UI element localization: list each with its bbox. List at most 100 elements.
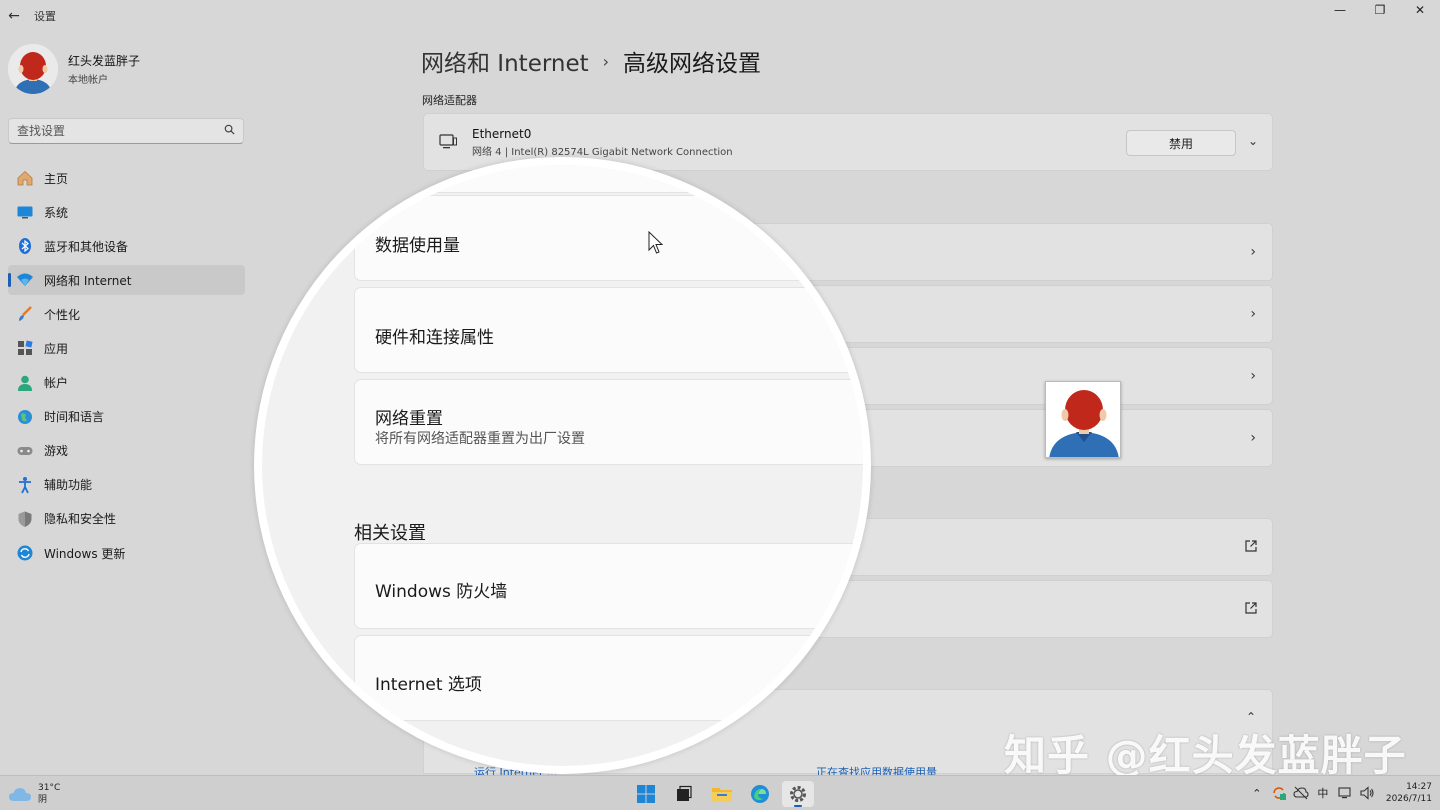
ime-indicator[interactable]: 中 xyxy=(1312,781,1334,805)
sidebar-item-label: 应用 xyxy=(44,341,69,356)
weather-desc: 阴 xyxy=(38,795,48,805)
bluetooth-icon xyxy=(16,237,34,255)
task-view-button[interactable] xyxy=(668,781,700,807)
watermark: 知乎 @红头发蓝胖子 xyxy=(1004,731,1407,780)
file-explorer-button[interactable] xyxy=(706,781,738,807)
mag-row-title: 硬件和连接属性 xyxy=(375,328,494,348)
sidebar-item-privacy[interactable]: 隐私和安全性 xyxy=(8,504,245,534)
sidebar-item-accounts[interactable]: 帐户 xyxy=(8,368,245,398)
sidebar-item-windows-update[interactable]: Windows 更新 xyxy=(8,538,245,568)
chevron-down-icon[interactable]: ⌄ xyxy=(1248,134,1258,148)
sidebar-item-label: 个性化 xyxy=(44,307,81,322)
breadcrumb-parent[interactable]: 网络和 Internet xyxy=(421,44,589,78)
adapter-name: Ethernet0 xyxy=(472,126,532,141)
window-controls: — ❐ ✕ xyxy=(1320,0,1440,20)
disable-button[interactable]: 禁用 xyxy=(1126,130,1236,156)
close-button[interactable]: ✕ xyxy=(1400,0,1440,20)
brush-icon xyxy=(16,305,34,323)
chevron-right-icon: › xyxy=(1250,244,1256,260)
title-bar: ← 设置 — ❐ ✕ xyxy=(0,0,1440,32)
breadcrumb: 网络和 Internet › 高级网络设置 xyxy=(421,44,761,78)
accessibility-icon xyxy=(16,476,34,494)
sidebar-item-label: 网络和 Internet xyxy=(44,273,132,288)
clock-date: 2026/7/11 xyxy=(1385,794,1432,804)
cloud-off-icon[interactable] xyxy=(1290,781,1312,805)
avatar-overlay xyxy=(1045,381,1121,458)
magnifier-lens: 数据使用量 硬件和连接属性 网络重置 将所有网络适配器重置为出厂设置 相关设置 … xyxy=(254,157,871,774)
globe-icon xyxy=(16,408,34,426)
search-box[interactable] xyxy=(8,118,244,144)
mag-row-firewall[interactable]: Windows 防火墙 xyxy=(354,543,863,629)
profile-name: 红头发蓝胖子 xyxy=(68,54,141,68)
chevron-right-icon: › xyxy=(1250,306,1256,322)
search-icon[interactable] xyxy=(224,124,235,138)
shield-icon xyxy=(16,510,34,528)
taskbar: 31°C 阴 ⌃ 中 14:27 2026/7/11 xyxy=(0,775,1440,810)
sidebar-item-gaming[interactable]: 游戏 xyxy=(8,436,245,466)
external-link-icon xyxy=(1245,602,1257,614)
gamepad-icon xyxy=(16,442,34,460)
mag-row-title: Windows 防火墙 xyxy=(375,582,508,602)
sidebar-nav: 主页 系统 蓝牙和其他设备 网络和 Internet 个性化 应用 帐户 时间和… xyxy=(8,163,245,572)
adapter-description: 网络 4 | Intel(R) 82574L Gigabit Network C… xyxy=(472,146,733,158)
sidebar-item-label: 游戏 xyxy=(44,444,69,459)
clock[interactable]: 14:27 2026/7/11 xyxy=(1386,781,1432,805)
system-icon xyxy=(16,203,34,221)
mag-section-related: 相关设置 xyxy=(354,523,426,544)
sidebar-item-label: 辅助功能 xyxy=(44,478,93,493)
mag-row-top xyxy=(354,165,863,193)
mag-row-title: 网络重置 xyxy=(375,409,443,429)
network-tray-icon[interactable] xyxy=(1334,781,1356,805)
profile-account-type: 本地帐户 xyxy=(68,75,108,86)
sidebar-item-network[interactable]: 网络和 Internet xyxy=(8,265,245,296)
weather-widget[interactable]: 31°C 阴 xyxy=(8,782,60,806)
sidebar-item-label: 蓝牙和其他设备 xyxy=(44,239,129,254)
chevron-up-icon[interactable]: ⌃ xyxy=(1246,781,1268,805)
mag-row-data-usage[interactable]: 数据使用量 xyxy=(354,195,863,281)
external-link-icon xyxy=(1245,540,1257,552)
section-label-adapters: 网络适配器 xyxy=(422,94,477,107)
sync-icon[interactable] xyxy=(1268,781,1290,805)
mag-row-title: Internet 选项 xyxy=(375,675,482,695)
mag-row-internet-options[interactable]: Internet 选项 xyxy=(354,635,863,721)
account-icon xyxy=(16,374,34,392)
restore-button[interactable]: ❐ xyxy=(1360,0,1400,20)
page-title: 高级网络设置 xyxy=(623,51,762,77)
start-button[interactable] xyxy=(630,781,662,807)
sidebar-item-system[interactable]: 系统 xyxy=(8,197,245,227)
window-title: 设置 xyxy=(34,10,56,23)
minimize-button[interactable]: — xyxy=(1320,0,1360,20)
mag-row-network-reset[interactable]: 网络重置 将所有网络适配器重置为出厂设置 xyxy=(354,379,863,465)
taskbar-apps xyxy=(630,781,820,807)
back-arrow-icon[interactable]: ← xyxy=(0,0,28,32)
sidebar-item-bluetooth[interactable]: 蓝牙和其他设备 xyxy=(8,231,245,261)
sidebar-item-label: 隐私和安全性 xyxy=(44,512,117,527)
sidebar-item-label: 主页 xyxy=(44,171,69,186)
apps-icon xyxy=(16,339,34,357)
mag-row-hardware[interactable]: 硬件和连接属性 xyxy=(354,287,863,373)
sidebar-item-label: Windows 更新 xyxy=(44,546,126,561)
sidebar-item-home[interactable]: 主页 xyxy=(8,163,245,193)
user-profile[interactable]: 红头发蓝胖子 本地帐户 xyxy=(8,44,140,94)
cloud-icon xyxy=(9,788,31,801)
sidebar-item-personalization[interactable]: 个性化 xyxy=(8,299,245,329)
mouse-cursor-icon xyxy=(648,231,664,254)
chevron-right-icon: › xyxy=(1250,430,1256,446)
edge-browser-button[interactable] xyxy=(744,781,776,807)
search-input[interactable] xyxy=(17,124,224,138)
ethernet-icon xyxy=(438,132,458,152)
update-icon xyxy=(16,544,34,562)
system-tray: ⌃ 中 14:27 2026/7/11 xyxy=(1246,781,1432,805)
volume-icon[interactable] xyxy=(1356,781,1378,805)
sidebar-item-time-language[interactable]: 时间和语言 xyxy=(8,402,245,432)
magnifier-content: 数据使用量 硬件和连接属性 网络重置 将所有网络适配器重置为出厂设置 相关设置 … xyxy=(262,165,863,766)
sidebar-item-accessibility[interactable]: 辅助功能 xyxy=(8,470,245,500)
edge-icon xyxy=(751,785,769,803)
sidebar-item-apps[interactable]: 应用 xyxy=(8,333,245,363)
home-icon xyxy=(16,169,34,187)
task-view-icon xyxy=(677,785,692,801)
settings-app-button[interactable] xyxy=(782,781,814,807)
weather-temp: 31°C xyxy=(38,783,61,793)
network-icon xyxy=(16,271,34,289)
breadcrumb-separator: › xyxy=(602,51,610,71)
